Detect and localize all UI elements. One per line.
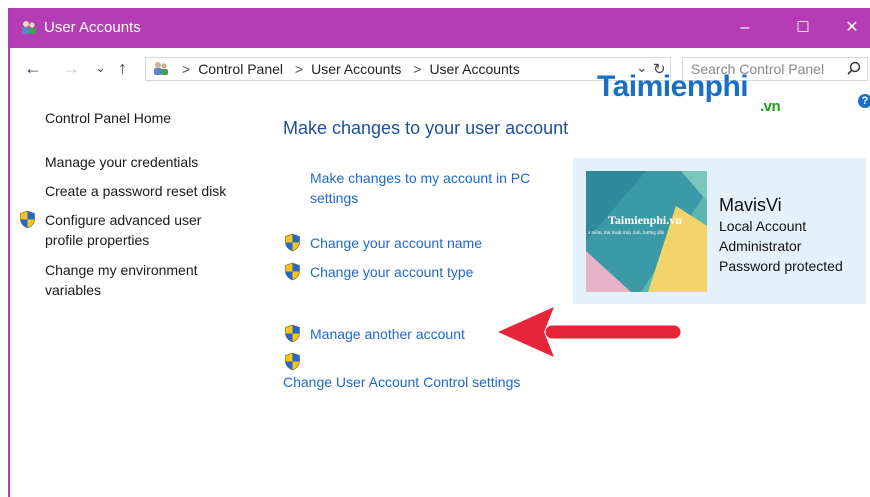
link-label: settings (310, 190, 359, 206)
watermark-logo: Taimienphi .vn (597, 70, 781, 115)
user-accounts-icon (22, 21, 36, 34)
shield-icon (285, 233, 300, 252)
annotation-arrow-icon (498, 307, 681, 357)
change-account-type-link[interactable]: Change your account type (310, 262, 473, 282)
change-account-name-link[interactable]: Change your account name (310, 233, 482, 253)
window-title: User Accounts (44, 19, 141, 36)
account-type: Local Account (719, 218, 807, 234)
shield-icon (285, 262, 300, 281)
shield-icon (285, 324, 300, 343)
account-card: Taimienphi.vn a mềm, thủ thuật máy tính,… (573, 158, 866, 304)
sidebar-item-manage-credentials[interactable]: Manage your credentials (45, 152, 198, 172)
page-title: Make changes to your user account (283, 118, 569, 138)
breadcrumb-separator: > (182, 61, 191, 77)
pc-settings-link[interactable]: Make changes to my account in PC setting… (310, 168, 530, 208)
account-name: MavisVi (719, 195, 782, 215)
up-button[interactable]: ↑ (118, 58, 127, 79)
title-bar: User Accounts – ☐ ✕ (10, 8, 870, 48)
sidebar-item-label: Configure advanced user (45, 212, 202, 228)
close-button[interactable]: ✕ (823, 8, 870, 48)
avatar-text: Taimienphi.vn (608, 213, 682, 227)
sidebar-item-label: profile properties (45, 232, 150, 248)
breadcrumb-user-accounts[interactable]: User Accounts (311, 61, 401, 77)
sidebar-item-control-panel-home[interactable]: Control Panel Home (45, 108, 171, 128)
breadcrumb-control-panel[interactable]: Control Panel (198, 61, 283, 77)
help-icon[interactable]: ? (858, 94, 870, 108)
link-label: Make changes to my account in PC (310, 170, 531, 186)
sidebar-item-advanced-profile[interactable]: Configure advanced user profile properti… (45, 210, 201, 250)
breadcrumb-user-accounts-current[interactable]: User Accounts (429, 61, 519, 77)
search-icon[interactable] (845, 60, 863, 78)
back-button[interactable]: ← (24, 58, 42, 79)
shield-icon (20, 210, 35, 229)
watermark-text: Taimienphi (597, 70, 749, 103)
sidebar-item-label: variables (45, 282, 102, 298)
account-role: Administrator (719, 238, 802, 254)
user-accounts-icon (154, 62, 168, 75)
sidebar-item-environment-variables[interactable]: Change my environment variables (45, 260, 198, 300)
shield-icon (285, 352, 300, 371)
watermark-suffix: .vn (760, 98, 781, 115)
sidebar-item-password-reset-disk[interactable]: Create a password reset disk (45, 181, 226, 201)
breadcrumb-separator: > (413, 61, 422, 77)
breadcrumb-separator: > (294, 61, 304, 77)
minimize-button[interactable]: – (716, 8, 774, 48)
forward-button[interactable]: → (62, 58, 80, 79)
avatar-subtext: a mềm, thủ thuật máy tính, hướng dẫn (588, 231, 665, 236)
manage-another-account-link[interactable]: Manage another account (310, 324, 465, 344)
account-password-status: Password protected (719, 258, 843, 274)
uac-settings-link[interactable]: Change User Account Control settings (283, 372, 520, 392)
sidebar-item-label: Change my environment (45, 262, 198, 278)
avatar[interactable]: Taimienphi.vn a mềm, thủ thuật máy tính,… (586, 171, 707, 292)
breadcrumb[interactable]: > Control Panel > User Accounts > User Acco… (145, 57, 671, 81)
recent-locations-button[interactable]: ⌄ (95, 60, 106, 76)
